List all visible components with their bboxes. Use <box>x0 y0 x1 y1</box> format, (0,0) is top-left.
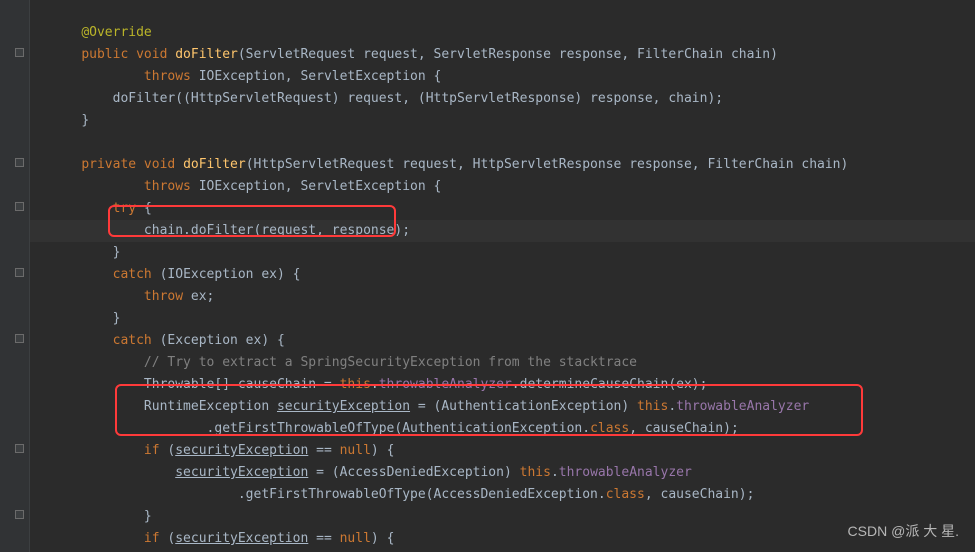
code-text: , causeChain); <box>645 487 755 502</box>
code-text: . <box>551 465 559 480</box>
annotation: @Override <box>81 25 151 40</box>
code-text: .getFirstThrowableOfType(AccessDeniedExc… <box>238 487 606 502</box>
code-text: IOException, ServletException { <box>199 69 442 84</box>
fold-marker-icon[interactable] <box>15 268 24 277</box>
code-text: (HttpServletRequest request, HttpServlet… <box>246 157 849 172</box>
comment: // Try to extract a SpringSecurityExcept… <box>144 355 637 370</box>
keyword: null <box>340 443 371 458</box>
variable: securityException <box>175 465 308 480</box>
method-name: doFilter <box>183 157 246 172</box>
fold-marker-icon[interactable] <box>15 444 24 453</box>
fold-marker-icon[interactable] <box>15 202 24 211</box>
code-text: (ServletRequest request, ServletResponse… <box>238 47 778 62</box>
code-text: doFilter((HttpServletRequest) request, (… <box>113 91 723 106</box>
field: throwableAnalyzer <box>559 465 692 480</box>
code-text: IOException, ServletException { <box>199 179 442 194</box>
watermark: CSDN @派 大 星. <box>848 520 959 542</box>
code-text: } <box>113 245 121 260</box>
code-text: = (AccessDeniedException) <box>308 465 519 480</box>
code-text: } <box>144 509 152 524</box>
code-text: == <box>308 443 339 458</box>
fold-marker-icon[interactable] <box>15 510 24 519</box>
keyword: catch <box>113 267 160 282</box>
highlight-box-2 <box>115 384 863 436</box>
keyword: this <box>520 465 551 480</box>
keyword: throw <box>144 289 191 304</box>
variable: securityException <box>175 443 308 458</box>
code-text: (IOException ex) { <box>160 267 301 282</box>
fold-marker-icon[interactable] <box>15 334 24 343</box>
keyword: null <box>340 531 371 546</box>
keyword: throws <box>144 179 199 194</box>
keyword: catch <box>113 333 160 348</box>
keyword: if <box>144 531 167 546</box>
code-text: ) { <box>371 531 394 546</box>
code-editor[interactable]: @Override public void doFilter(ServletRe… <box>30 0 848 550</box>
keyword: throws <box>144 69 199 84</box>
code-text: } <box>113 311 121 326</box>
keyword: public void <box>81 47 175 62</box>
fold-marker-icon[interactable] <box>15 158 24 167</box>
editor-gutter <box>0 0 30 552</box>
code-text: } <box>81 113 89 128</box>
keyword: class <box>606 487 645 502</box>
code-text: (Exception ex) { <box>160 333 285 348</box>
variable: securityException <box>175 531 308 546</box>
fold-marker-icon[interactable] <box>15 48 24 57</box>
code-text: ) { <box>371 443 394 458</box>
method-name: doFilter <box>175 47 238 62</box>
keyword: if <box>144 443 167 458</box>
highlight-box-1 <box>108 205 396 237</box>
code-text: ex; <box>191 289 214 304</box>
code-text: == <box>308 531 339 546</box>
keyword: private void <box>81 157 183 172</box>
